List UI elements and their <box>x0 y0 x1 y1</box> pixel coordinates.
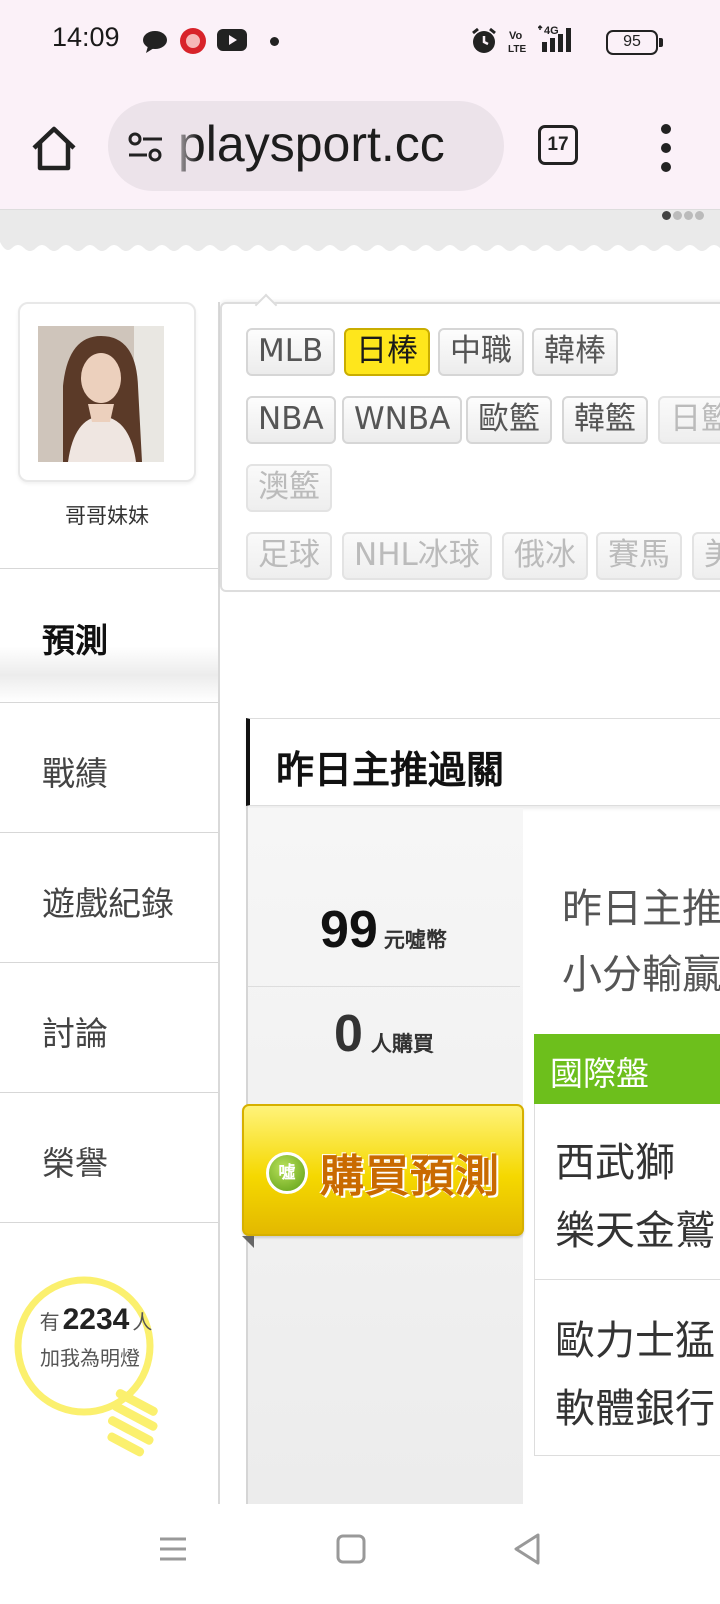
4g-signal-icon: 4G <box>538 24 571 52</box>
status-bar: 14:09 Vo LTE 4G 95 <box>0 0 720 88</box>
tag-euro-basketball[interactable]: 歐籃 <box>466 396 552 444</box>
notification-dot-icon <box>270 37 279 46</box>
buyer-count-unit: 人購買 <box>370 1032 434 1056</box>
coin-icon: 噓 <box>266 1152 308 1194</box>
svg-text:4G: 4G <box>544 25 559 37</box>
volte-icon: Vo LTE <box>508 30 526 54</box>
tag-npb-selected[interactable]: 日棒 <box>344 328 430 376</box>
battery-icon: 95 <box>606 30 663 55</box>
url-text[interactable]: playsport.cc <box>178 115 445 173</box>
address-bar[interactable]: playsport.cc <box>108 101 504 191</box>
tag-kbo[interactable]: 韓棒 <box>532 328 618 376</box>
sidebar-item-record[interactable]: 戰績 <box>0 702 218 832</box>
buy-prediction-button[interactable]: 噓 購買預測 <box>242 1104 524 1236</box>
tab-switcher-button[interactable]: 17 <box>538 125 578 165</box>
pick-title-line-2: 小分輸贏 <box>562 952 720 998</box>
sidebar-item-label: 戰績 <box>42 754 108 793</box>
avatar-card[interactable] <box>18 302 196 482</box>
status-time: 14:09 <box>52 22 120 52</box>
tag-cpbl[interactable]: 中職 <box>438 328 524 376</box>
home-icon[interactable] <box>28 122 80 174</box>
alarm-icon <box>472 27 496 53</box>
tag-korea-basketball[interactable]: 韓籃 <box>562 396 648 444</box>
fans-count-line: 有 2234 人 <box>39 1303 153 1336</box>
more-menu-icon[interactable] <box>656 124 676 172</box>
section-header: 昨日主推過關 <box>246 718 720 806</box>
sidebar-item-discussion[interactable]: 討論 <box>0 962 218 1092</box>
tag-australia-basketball[interactable]: 澳籃 <box>246 464 332 512</box>
tag-wnba[interactable]: WNBA <box>342 396 463 444</box>
price-value: 99 <box>320 901 378 959</box>
header-decoration <box>0 210 720 254</box>
pick-title-line-1: 昨日主推 <box>562 886 720 932</box>
svg-text:LTE: LTE <box>508 44 526 54</box>
sidebar-item-honors[interactable]: 榮譽 <box>0 1092 218 1222</box>
sidebar-item-predictions[interactable]: 預測 <box>0 568 218 702</box>
system-navigation-bar <box>0 1504 720 1604</box>
price: 99 元噓幣 <box>320 900 447 960</box>
sidebar-item-label: 預測 <box>42 621 108 660</box>
recent-apps-icon[interactable] <box>158 1534 188 1564</box>
section-title: 昨日主推過關 <box>276 748 505 792</box>
pick-title: 昨日主推 小分輸贏 <box>562 876 720 1008</box>
tag-horse-racing[interactable]: 賽馬 <box>596 532 682 580</box>
buyer-count-value: 0 <box>334 1005 363 1063</box>
sidebar-item-game-history[interactable]: 遊戲紀錄 <box>0 832 218 962</box>
site-settings-icon[interactable] <box>126 127 166 167</box>
sidebar-divider <box>0 1222 218 1224</box>
tag-nhl[interactable]: NHL冰球 <box>342 532 492 580</box>
match-row[interactable]: 西武獅 樂天金鷲 <box>534 1104 720 1280</box>
sidebar-item-label: 榮譽 <box>42 1144 108 1183</box>
tag-soccer[interactable]: 足球 <box>246 532 332 580</box>
home-nav-icon[interactable] <box>336 1534 366 1564</box>
team-2: 軟體銀行 <box>555 1386 715 1432</box>
carousel-dots <box>662 205 706 220</box>
tag-mlb[interactable]: MLB <box>246 328 336 376</box>
avatar[interactable] <box>38 326 164 462</box>
sidebar-item-label: 討論 <box>42 1014 108 1053</box>
chat-bubble-icon <box>143 31 167 53</box>
buy-button-label: 購買預測 <box>320 1151 500 1202</box>
buyer-count: 0 人購買 <box>334 1004 434 1064</box>
team-2: 樂天金鷲 <box>555 1208 715 1254</box>
fans-count: 2234 <box>62 1303 130 1336</box>
market-label: 國際盤 <box>550 1054 649 1093</box>
tag-nba[interactable]: NBA <box>246 396 336 444</box>
sidebar-item-label: 遊戲紀錄 <box>42 884 174 923</box>
team-1: 歐力士猛 <box>555 1318 715 1364</box>
fans-caption: 加我為明燈 <box>40 1346 140 1370</box>
svg-text:Vo: Vo <box>509 30 523 42</box>
youtube-icon <box>217 29 247 51</box>
tag-american[interactable]: 美 <box>692 532 720 580</box>
back-icon[interactable] <box>512 1532 542 1566</box>
username[interactable]: 哥哥妹妹 <box>18 500 196 530</box>
market-header: 國際盤 <box>534 1034 720 1104</box>
browser-toolbar: playsport.cc 17 <box>0 88 720 210</box>
tag-russia-hockey[interactable]: 俄冰 <box>502 532 588 580</box>
match-row[interactable]: 歐力士猛 軟體銀行 <box>534 1280 720 1456</box>
team-1: 西武獅 <box>555 1140 675 1186</box>
tag-japan-basketball[interactable]: 日籃 <box>658 396 720 444</box>
app-notification-icon <box>180 28 206 54</box>
price-unit: 元噓幣 <box>383 928 447 952</box>
